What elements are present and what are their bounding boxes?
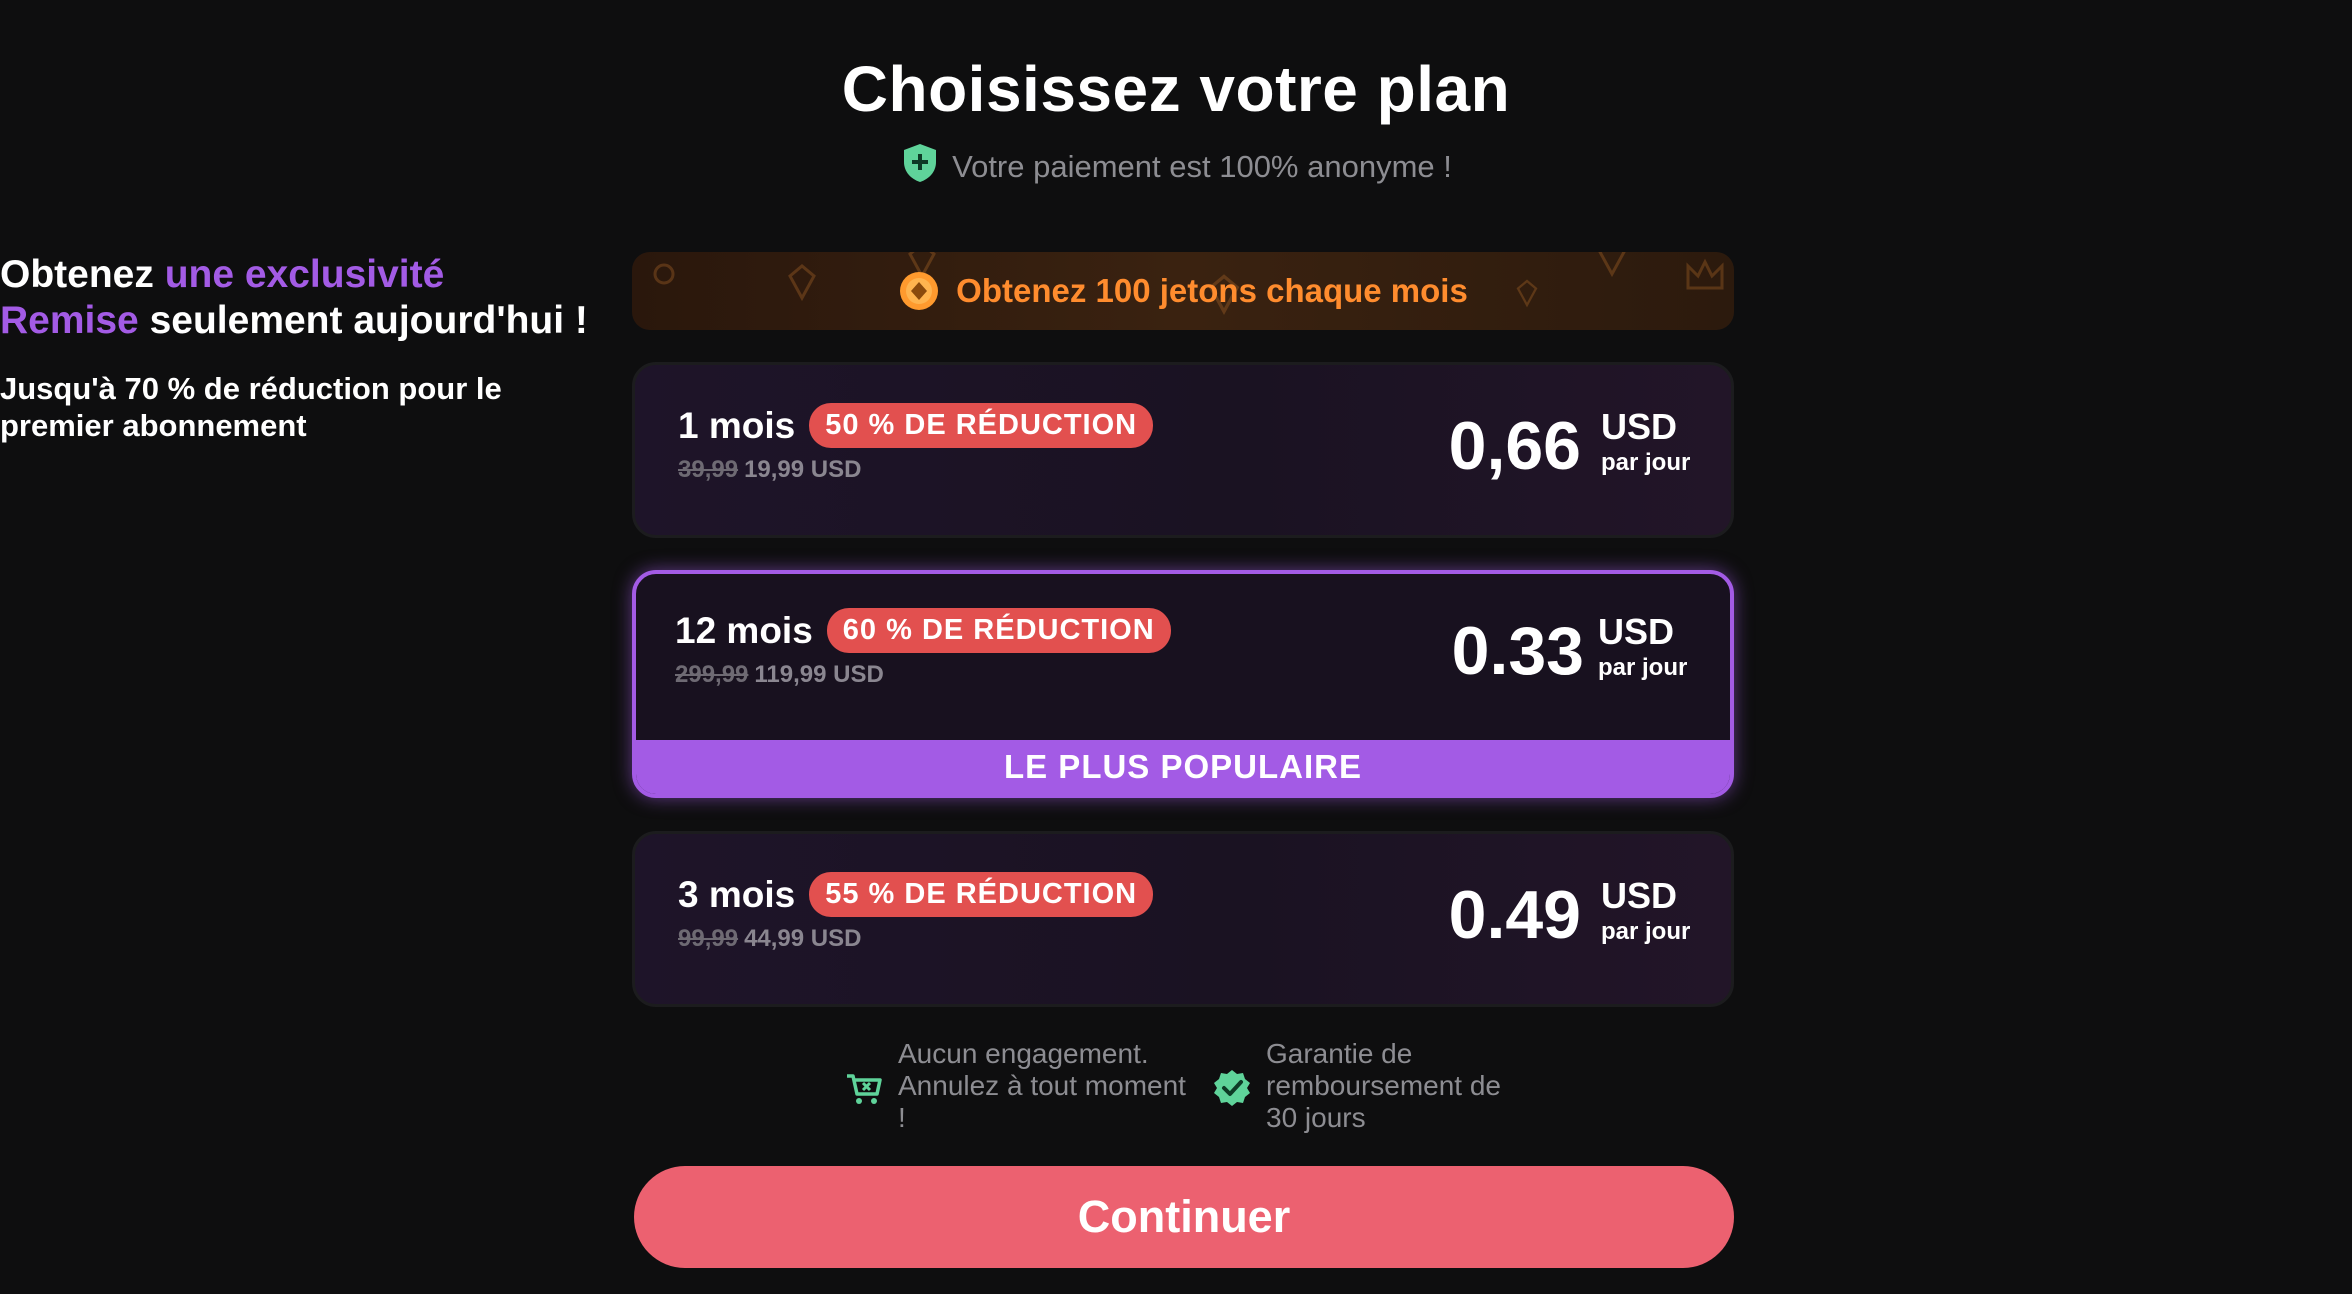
continue-button[interactable]: Continuer [634,1166,1734,1268]
per-day-label: par jour [1598,654,1688,681]
plan-name: 3 mois [678,873,796,915]
most-popular-ribbon: LE PLUS POPULAIRE [636,740,1730,794]
per-day-label: par jour [1601,449,1691,476]
promo-headline-part3: seulement aujourd'hui ! [138,299,588,342]
discount-badge: 55 % DE RÉDUCTION [809,872,1154,917]
promo-headline: Obtenez une exclusivité Remise seulement… [0,252,590,344]
daily-price: 0.49 [1448,877,1581,953]
daily-price: 0.33 [1451,613,1584,689]
page-title: Choisissez votre plan [841,53,1511,125]
coin-icon [898,270,940,312]
discount-badge: 60 % DE RÉDUCTION [826,608,1171,653]
old-price: 39,99 [678,456,739,483]
cart-cancel-icon [844,1038,884,1115]
promo-section: Obtenez une exclusivité Remise seulement… [0,252,590,444]
anonymous-payment-text: Votre paiement est 100% anonyme ! [952,149,1452,184]
new-price: 119,99 USD [754,661,884,688]
promo-headline-part1: Obtenez [0,253,165,296]
decor-gem-icon [788,264,816,302]
plan-name-row: 12 mois 60 % DE RÉDUCTION [675,608,1171,653]
new-price: 44,99 USD [744,925,862,952]
plan-name-row: 3 mois 55 % DE RÉDUCTION [678,872,1154,917]
verified-check-icon [1212,1038,1252,1115]
old-price: 299,99 [675,661,749,688]
tokens-banner-text: Obtenez 100 jetons chaque mois [956,272,1468,309]
decor-gem-icon [1598,252,1626,278]
shield-plus-icon [900,142,940,192]
old-price: 99,99 [678,925,739,952]
plan-name-row: 1 mois 50 % DE RÉDUCTION [678,403,1154,448]
plan-card-12-months[interactable]: 12 mois 60 % DE RÉDUCTION 299,99 119,99 U… [632,570,1734,798]
guarantees-row: Aucun engagement. Annulez à tout moment … [844,1038,1526,1134]
discount-badge: 50 % DE RÉDUCTION [809,403,1154,448]
decor-coin-icon [653,263,675,285]
refund-guarantee-text: Garantie de remboursement de 30 jours [1266,1038,1502,1133]
plan-total-price: 299,99 119,99 USD [675,661,884,689]
price-unit: USD par jour [1598,614,1687,680]
no-commitment-text: Aucun engagement. Annulez à tout moment … [898,1038,1186,1133]
anonymous-payment-note: Votre paiement est 100% anonyme ! [0,142,2352,192]
plan-card-1-month[interactable]: 1 mois 50 % DE RÉDUCTION 39,99 19,99 USD … [632,362,1734,538]
decor-gem-icon [1516,279,1538,308]
price-unit: USD par jour [1601,878,1690,944]
decor-crown-icon [1686,258,1724,290]
daily-price: 0,66 [1448,408,1581,484]
plan-card-3-months[interactable]: 3 mois 55 % DE RÉDUCTION 99,99 44,99 USD … [632,831,1734,1007]
currency: USD [1601,406,1678,447]
price-unit: USD par jour [1601,409,1690,475]
tokens-banner: Obtenez 100 jetons chaque mois [632,252,1734,330]
plan-name: 1 mois [678,404,796,446]
currency: USD [1598,611,1675,652]
no-commitment-item: Aucun engagement. Annulez à tout moment … [844,1038,1198,1134]
promo-subtitle: Jusqu'à 70 % de réduction pour le premie… [0,371,502,443]
per-day-label: par jour [1601,918,1691,945]
plan-total-price: 99,99 44,99 USD [678,925,861,953]
plan-total-price: 39,99 19,99 USD [678,456,861,484]
currency: USD [1601,875,1678,916]
refund-guarantee-item: Garantie de remboursement de 30 jours [1212,1038,1526,1134]
plan-name: 12 mois [675,609,813,651]
new-price: 19,99 USD [744,456,862,483]
